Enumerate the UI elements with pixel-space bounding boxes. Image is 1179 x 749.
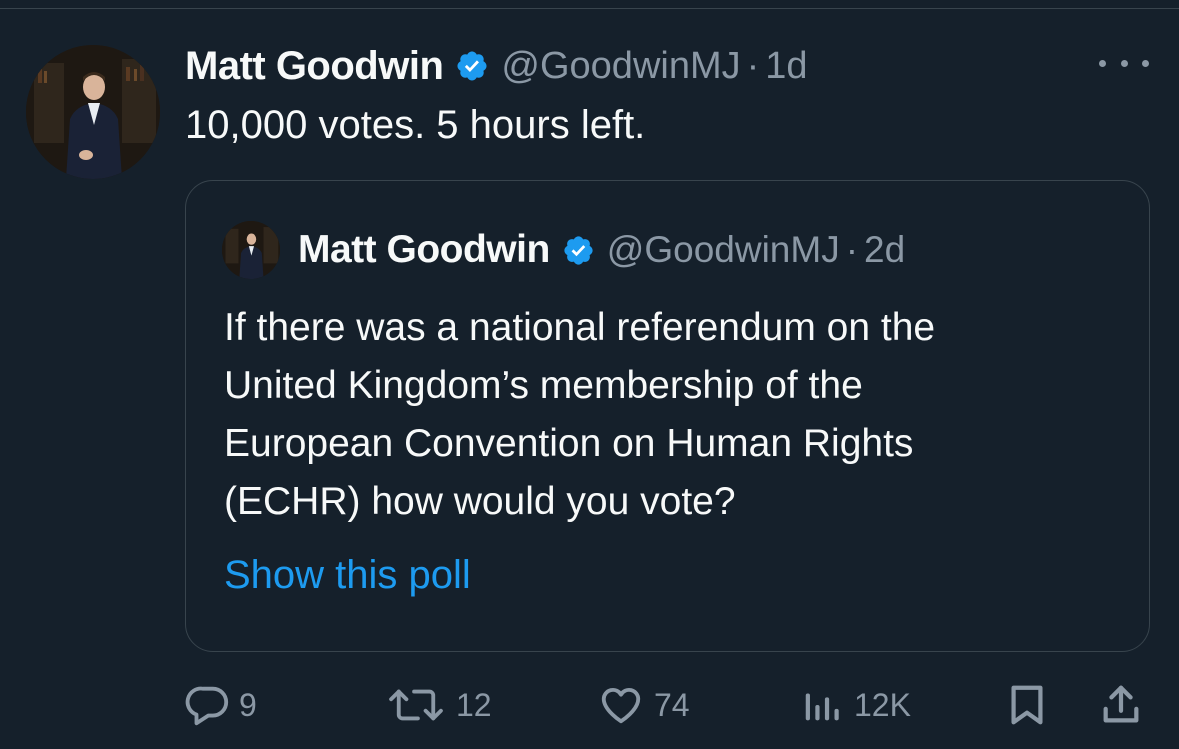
views-count: 12K [854,686,911,723]
bookmark-icon [1004,682,1050,728]
quoted-avatar [222,221,280,279]
share-button[interactable] [1098,675,1144,735]
reply-count: 9 [239,686,257,723]
quoted-tweet[interactable]: Matt Goodwin @GoodwinMJ · 2d If there wa… [185,180,1150,652]
more-dot [1120,59,1128,67]
repost-count: 12 [456,686,492,723]
show-poll-link[interactable]: Show this poll [224,553,471,598]
views-icon [800,682,846,728]
quoted-header: Matt Goodwin @GoodwinMJ · 2d [298,225,905,275]
tweet-header: Matt Goodwin @GoodwinMJ · 1d [185,40,808,92]
more-icon[interactable] [1099,48,1149,78]
separator-dot: · [746,44,760,87]
share-icon [1098,682,1144,728]
quoted-text-line: European Convention on Human Rights [224,422,914,465]
bookmark-button[interactable] [1004,675,1050,735]
quoted-text-line: (ECHR) how would you vote? [224,480,736,523]
tweet-text: 10,000 votes. 5 hours left. [185,103,646,147]
quoted-timestamp: 2d [864,229,906,270]
quoted-author-handle: @GoodwinMJ [606,229,840,270]
avatar[interactable] [26,45,160,179]
verified-badge-icon[interactable] [455,49,489,83]
like-button[interactable]: 74 [596,675,690,735]
views-button[interactable]: 12K [800,675,911,735]
repost-button[interactable]: 12 [384,675,492,735]
verified-badge-icon [562,234,595,267]
more-dot [1142,59,1149,67]
repost-icon [384,682,448,728]
like-icon [596,682,646,728]
more-dot [1099,59,1106,67]
action-bar: 9 12 74 12K [0,675,1179,735]
quoted-text-line: If there was a national referendum on th… [224,306,936,349]
top-divider [0,8,1179,9]
quoted-text-line: United Kingdom’s membership of the [224,364,863,407]
separator-dot: · [845,229,859,270]
author-name[interactable]: Matt Goodwin [185,44,444,89]
reply-button[interactable]: 9 [185,675,257,735]
quoted-tweet-text: If there was a national referendum on th… [224,299,1124,531]
reply-icon [185,682,231,728]
timestamp[interactable]: 1d [765,45,807,88]
author-handle[interactable]: @GoodwinMJ [501,45,740,88]
quoted-author-name: Matt Goodwin [298,228,550,271]
like-count: 74 [654,686,690,723]
